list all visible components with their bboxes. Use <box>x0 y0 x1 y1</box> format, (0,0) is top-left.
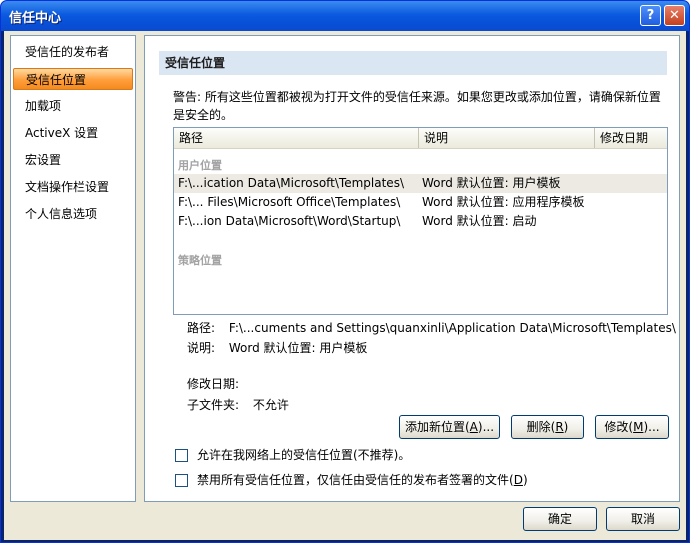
dialog-client: 受信任的发布者 受信任位置 加载项 ActiveX 设置 宏设置 文档操作栏设置… <box>4 31 686 540</box>
help-button[interactable]: ? <box>640 5 661 26</box>
sidebar-item-privacy[interactable]: 个人信息选项 <box>13 203 133 225</box>
list-row[interactable]: F:\... Files\Microsoft Office\Templates\… <box>174 193 667 212</box>
allow-network-locations-checkbox[interactable] <box>175 449 188 462</box>
sidebar-item-trusted-publishers[interactable]: 受信任的发布者 <box>13 41 133 63</box>
sidebar: 受信任的发布者 受信任位置 加载项 ActiveX 设置 宏设置 文档操作栏设置… <box>10 35 136 502</box>
sidebar-item-trusted-locations[interactable]: 受信任位置 <box>13 68 133 90</box>
group-policy-locations: 策略位置 <box>178 254 222 267</box>
disable-all-locations-suffix: ) <box>522 473 528 487</box>
sidebar-item-activex[interactable]: ActiveX 设置 <box>13 122 133 144</box>
list-row[interactable]: F:\...ication Data\Microsoft\Templates\ … <box>174 174 667 193</box>
detail-description: 说明: Word 默认位置: 用户模板 <box>187 339 367 356</box>
modify-suffix: )... <box>643 420 660 434</box>
detail-path-label: 路径: <box>187 321 216 335</box>
detail-modified: 修改日期: <box>187 375 239 392</box>
row-description: Word 默认位置: 应用程序模板 <box>422 195 585 209</box>
detail-subfolders: 子文件夹: 不允许 <box>187 396 289 413</box>
modify-button[interactable]: 修改(M)... <box>595 415 669 439</box>
close-button[interactable]: ✕ <box>664 5 685 26</box>
allow-network-locations-label: 允许在我网络上的受信任位置(不推荐)。 <box>197 448 411 462</box>
sidebar-item-action-bar[interactable]: 文档操作栏设置 <box>13 176 133 198</box>
disable-all-locations-label: 禁用所有受信任位置，仅信任由受信任的发布者签署的文件( <box>197 473 514 487</box>
detail-desc-value: Word 默认位置: 用户模板 <box>228 341 368 355</box>
remove-label: 删除( <box>526 420 556 434</box>
window-title: 信任中心 <box>9 11 62 26</box>
warning-text: 警告: 所有这些位置都被视为打开文件的受信任来源。如果您更改或添加位置，请确保新… <box>173 90 661 122</box>
column-path[interactable]: 路径 <box>174 128 419 148</box>
row-description: Word 默认位置: 用户模板 <box>422 176 561 190</box>
row-path: F:\...ion Data\Microsoft\Word\Startup\ <box>178 214 401 228</box>
sidebar-item-macros[interactable]: 宏设置 <box>13 149 133 171</box>
detail-desc-label: 说明: <box>187 341 216 355</box>
allow-network-locations-option[interactable]: 允许在我网络上的受信任位置(不推荐)。 <box>175 446 410 463</box>
main-pane: 受信任位置 警告: 所有这些位置都被视为打开文件的受信任来源。如果您更改或添加位… <box>144 35 680 502</box>
column-modified[interactable]: 修改日期 <box>595 128 667 148</box>
column-description[interactable]: 说明 <box>419 128 595 148</box>
section-title: 受信任位置 <box>159 51 667 75</box>
remove-suffix: ) <box>563 420 569 434</box>
title-bar: 信任中心 ? ✕ <box>1 1 689 31</box>
sidebar-item-addins[interactable]: 加载项 <box>13 95 133 117</box>
modify-label: 修改( <box>604 420 634 434</box>
add-location-label: 添加新位置( <box>404 420 470 434</box>
trust-center-dialog: 信任中心 ? ✕ 受信任的发布者 受信任位置 加载项 ActiveX 设置 宏设… <box>0 0 690 543</box>
disable-all-locations-key: D <box>513 473 523 487</box>
row-description: Word 默认位置: 启动 <box>422 214 537 228</box>
remove-button[interactable]: 删除(R) <box>511 415 584 439</box>
detail-subfolders-value: 不允许 <box>252 398 289 412</box>
remove-key: R <box>555 420 564 434</box>
locations-list[interactable]: 路径 说明 修改日期 用户位置 F:\...ication Data\Micro… <box>173 127 668 315</box>
add-location-suffix: )... <box>477 420 495 434</box>
list-header: 路径 说明 修改日期 <box>174 128 667 149</box>
disable-all-locations-option[interactable]: 禁用所有受信任位置，仅信任由受信任的发布者签署的文件(D) <box>175 471 528 488</box>
group-user-locations: 用户位置 <box>178 159 222 172</box>
detail-path: 路径: F:\...cuments and Settings\quanxinli… <box>187 319 676 336</box>
add-location-key: A <box>469 420 478 434</box>
cancel-button[interactable]: 取消 <box>606 507 680 531</box>
ok-button[interactable]: 确定 <box>523 507 597 531</box>
row-path: F:\... Files\Microsoft Office\Templates\ <box>178 195 401 209</box>
disable-all-locations-checkbox[interactable] <box>175 474 188 487</box>
list-row[interactable]: F:\...ion Data\Microsoft\Word\Startup\ W… <box>174 212 667 231</box>
detail-subfolders-label: 子文件夹: <box>187 398 240 412</box>
detail-modified-label: 修改日期: <box>187 377 240 391</box>
row-path: F:\...ication Data\Microsoft\Templates\ <box>178 176 404 190</box>
add-location-button[interactable]: 添加新位置(A)... <box>399 415 500 439</box>
detail-path-value: F:\...cuments and Settings\quanxinli\App… <box>228 321 676 335</box>
modify-key: M <box>633 420 644 434</box>
